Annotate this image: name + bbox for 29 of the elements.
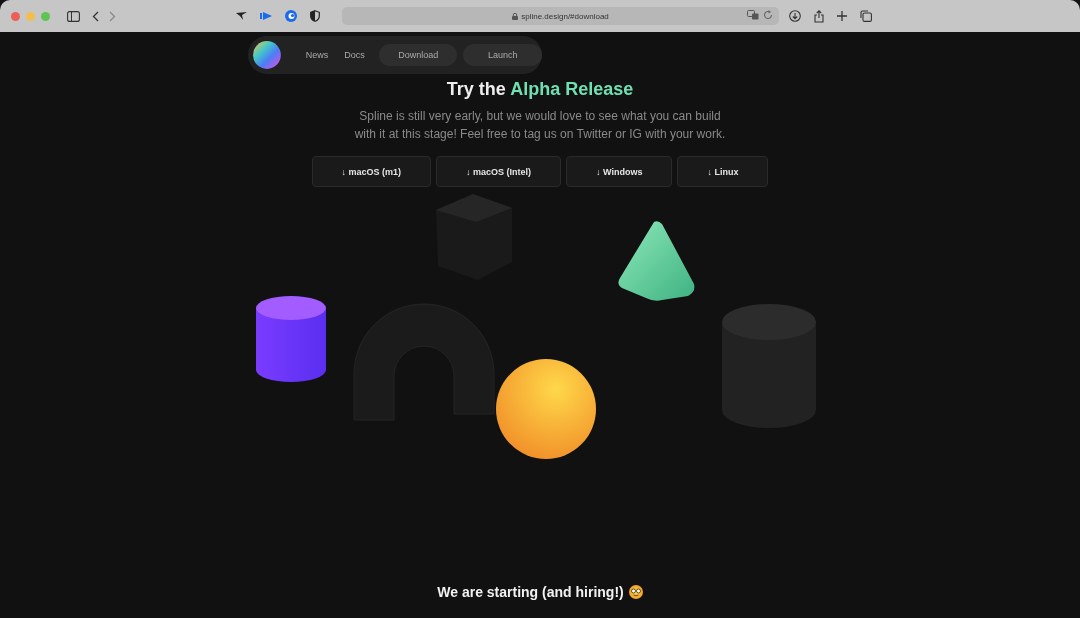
shield-icon[interactable] [310,10,320,22]
tabs-icon[interactable] [860,10,872,22]
nerd-face-icon [628,585,643,599]
sidebar-icon[interactable] [67,10,80,22]
platform-button[interactable]: ↓ macOS (Intel) [436,156,562,187]
platform-button[interactable]: ↓ Windows [566,156,673,187]
nav-link[interactable]: Docs [336,50,373,60]
play-icon[interactable] [260,12,272,20]
translate-icon[interactable] [747,10,759,20]
logo-icon[interactable] [253,41,281,69]
intro-text: with it at this stage! Feel free to tag us on Twitter or IG with your work. [354,126,726,142]
intro-text: Spline is still very early, but we would love to see what you can build [359,108,721,124]
nav-button[interactable]: Launch [463,44,542,66]
share-icon[interactable] [814,9,824,23]
url-text: spline.design/#download [521,11,609,21]
nav-button[interactable]: Download [378,44,458,66]
platform-button[interactable]: ↓ Linux [677,156,769,187]
plus-icon[interactable] [837,11,847,21]
back-icon[interactable] [92,10,99,22]
lock-icon [512,12,519,20]
globe-icon[interactable] [285,10,297,22]
page-title: Try the Alpha Release [446,78,634,100]
nav-link[interactable]: News [297,50,337,60]
address-bar[interactable]: spline.design/#download [342,7,779,25]
bird-icon[interactable] [236,12,247,20]
section-title: We are starting (and hiring!) [437,584,624,600]
download-icon[interactable] [789,10,801,22]
reload-icon[interactable] [763,10,773,20]
platform-button[interactable]: ↓ macOS (m1) [311,156,432,187]
